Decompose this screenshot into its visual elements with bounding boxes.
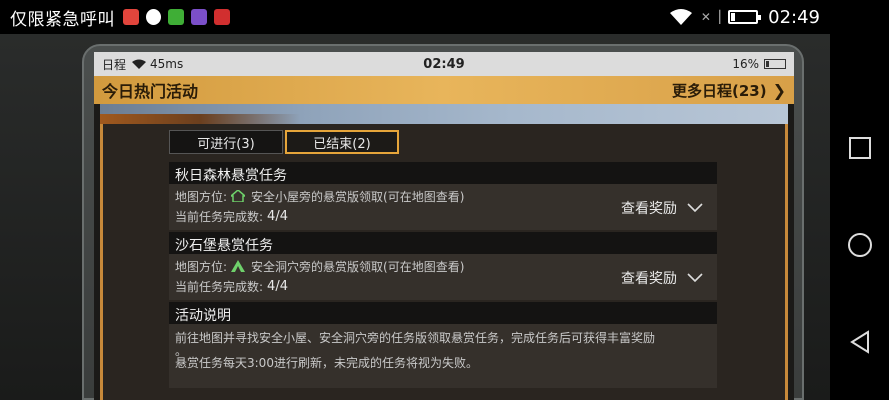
page-title: 今日热门活动 (102, 82, 199, 101)
description-line: 前往地图并寻找安全小屋、安全洞穴旁的任务版领取悬赏任务，完成任务后可获得丰富奖励 (175, 331, 656, 345)
no-signal-icon: ✕▕ (700, 10, 721, 24)
phone-status-bar: 仅限紧急呼叫 ✕▕ 02:49 (0, 0, 830, 34)
home-button[interactable] (846, 231, 874, 259)
task-card: 沙石堡悬赏任务 地图方位: 安全洞穴旁的悬赏版领取(可在地图查看) 当前任务完成… (169, 232, 717, 300)
carrier-label: 仅限紧急呼叫 (10, 9, 115, 30)
tab-ended-label: 已结束(2) (313, 136, 371, 152)
view-reward-label: 查看奖励 (621, 201, 677, 217)
more-schedule-button[interactable]: 更多日程(23) ❯ (672, 80, 786, 101)
location-value: 安全小屋旁的悬赏版领取(可在地图查看) (251, 189, 465, 204)
event-banner-image (100, 104, 788, 124)
ping-label: 45ms (150, 57, 184, 71)
wifi-icon (132, 59, 147, 69)
description-body: 前往地图并寻找安全小屋、安全洞穴旁的任务版领取悬赏任务，完成任务后可获得丰富奖励… (169, 324, 717, 388)
description-line: 。 (175, 344, 188, 358)
chevron-down-icon (687, 203, 703, 213)
task-title: 秋日森林悬赏任务 (169, 162, 717, 184)
location-label: 地图方位: (175, 259, 228, 274)
recents-button[interactable] (846, 134, 874, 162)
tab-available[interactable]: 可进行(3) (169, 130, 283, 154)
view-reward-button[interactable]: 查看奖励 (621, 198, 703, 218)
description-title: 活动说明 (169, 302, 717, 324)
wifi-icon (669, 9, 692, 25)
progress-value: 4/4 (267, 208, 288, 224)
triangle-back-icon (849, 329, 869, 354)
description-line: 悬赏任务每天3:00进行刷新，未完成的任务将视为失败。 (175, 356, 478, 370)
battery-icon (728, 10, 762, 24)
notification-qq-icon (146, 9, 161, 25)
event-panel: 可进行(3) 已结束(2) 秋日森林悬赏任务 地图方位: 安全小屋旁的悬赏版领取… (100, 124, 788, 400)
cave-icon (231, 260, 246, 272)
square-icon (848, 137, 871, 160)
game-status-bar: 日程 45ms 02:49 16% (94, 52, 794, 76)
view-reward-label: 查看奖励 (621, 271, 677, 287)
battery-percent: 16% (732, 57, 759, 71)
task-details: 地图方位: 安全洞穴旁的悬赏版领取(可在地图查看) 当前任务完成数: 4/4 查… (169, 254, 717, 300)
battery-icon (764, 59, 786, 69)
game-time: 02:49 (423, 56, 465, 72)
in-game-screen: 日程 45ms 02:49 16% 今日热门活动 更多日程(23) ❯ 可进行(… (94, 52, 794, 400)
chevron-right-icon: ❯ (772, 80, 786, 100)
location-label: 地图方位: (175, 189, 228, 204)
tab-available-label: 可进行(3) (197, 136, 255, 152)
progress-label: 当前任务完成数: (175, 279, 264, 294)
location-value: 安全洞穴旁的悬赏版领取(可在地图查看) (251, 259, 465, 274)
tab-bar: 可进行(3) 已结束(2) (169, 130, 401, 154)
notification-huawei-icon (214, 9, 230, 25)
schedule-label: 日程 (102, 57, 127, 72)
notification-app-icon (168, 9, 184, 25)
back-button[interactable] (846, 328, 874, 356)
notification-gallery-icon (191, 9, 207, 25)
tab-ended[interactable]: 已结束(2) (285, 130, 399, 154)
chevron-down-icon (687, 273, 703, 283)
view-reward-button[interactable]: 查看奖励 (621, 268, 703, 288)
task-title: 沙石堡悬赏任务 (169, 232, 717, 254)
progress-value: 4/4 (267, 278, 288, 294)
game-viewport: 日程 45ms 02:49 16% 今日热门活动 更多日程(23) ❯ 可进行(… (0, 34, 830, 400)
notification-message-icon (123, 9, 139, 25)
hot-events-header: 今日热门活动 更多日程(23) ❯ (94, 76, 794, 104)
phone-time: 02:49 (768, 6, 820, 28)
circle-icon (847, 232, 872, 257)
task-details: 地图方位: 安全小屋旁的悬赏版领取(可在地图查看) 当前任务完成数: 4/4 查… (169, 184, 717, 230)
more-schedule-label: 更多日程(23) (672, 81, 767, 100)
house-icon (231, 190, 246, 202)
task-card: 秋日森林悬赏任务 地图方位: 安全小屋旁的悬赏版领取(可在地图查看) 当前任务完… (169, 162, 717, 230)
android-nav-bar (830, 0, 889, 400)
progress-label: 当前任务完成数: (175, 209, 264, 224)
event-description: 活动说明 前往地图并寻找安全小屋、安全洞穴旁的任务版领取悬赏任务，完成任务后可获… (169, 302, 717, 388)
